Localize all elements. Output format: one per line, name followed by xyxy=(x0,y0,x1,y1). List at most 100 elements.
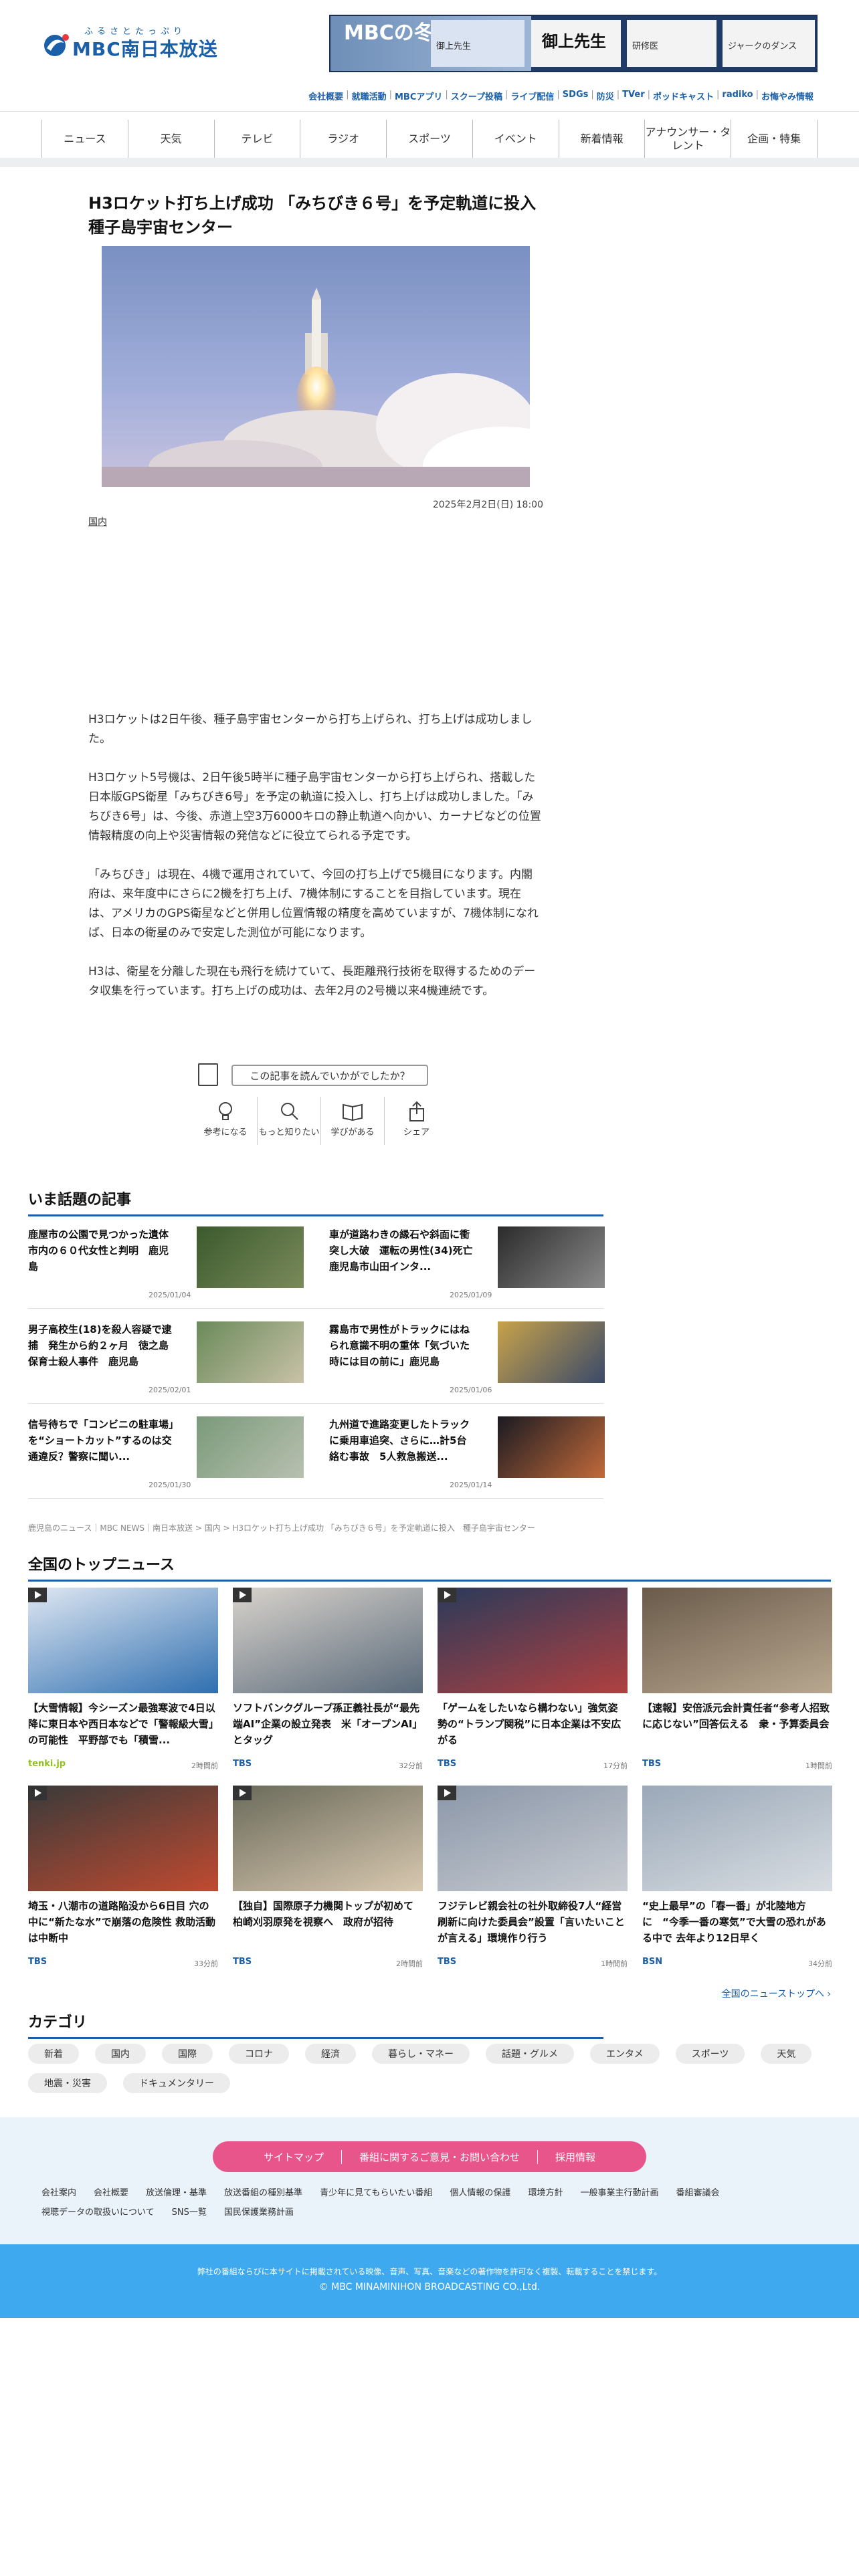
utility-link[interactable]: 会社概要 xyxy=(308,90,343,102)
category-tag[interactable]: エンタメ xyxy=(590,2044,660,2064)
popular-item-date: 2025/01/14 xyxy=(450,1481,492,1489)
footer-pill-link[interactable]: 採用情報 xyxy=(538,2150,613,2164)
footer-pill-link[interactable]: 番組に関するご意見・お問い合わせ xyxy=(342,2149,538,2164)
banner-panel-2[interactable]: 御上先生 xyxy=(531,20,621,67)
utility-separator: | xyxy=(505,90,508,100)
category-tag[interactable]: 経済 xyxy=(305,2044,356,2064)
footer-link[interactable]: 放送倫理・基準 xyxy=(146,2185,207,2198)
footer-link[interactable]: 会社案内 xyxy=(41,2185,76,2198)
category-tag[interactable]: 新着 xyxy=(28,2044,79,2064)
utility-link[interactable]: MBCアプリ xyxy=(395,90,442,102)
popular-item[interactable]: 鹿屋市の公園で見つかった遺体 市内の６０代女性と判明 鹿児島 2025/01/04 xyxy=(28,1226,304,1305)
footer-link[interactable]: 個人情報の保護 xyxy=(450,2185,510,2198)
drama-banner[interactable]: MBCの冬ドラマ 御上先生 御上先生 研修医 ジャークのダンス xyxy=(329,15,818,72)
national-news-item[interactable]: 「ゲームをしたいなら構わない」強気姿勢の“トランプ関税”に日本企業は不安広がる T… xyxy=(438,1588,628,1782)
utility-link[interactable]: 防災 xyxy=(597,90,614,102)
category-tag[interactable]: 国内 xyxy=(95,2044,146,2064)
banner-panel-3[interactable]: 研修医 xyxy=(627,20,717,67)
national-news-item[interactable]: 【速報】安倍派元会計責任者“参考人招致に応じない”回答伝える 衆・予算委員会 TB… xyxy=(642,1588,832,1782)
footer-link[interactable]: SNS一覧 xyxy=(172,2205,207,2218)
popular-divider xyxy=(28,1498,603,1499)
national-news-item[interactable]: 【独自】国際原子力機関トップが初めて柏崎刈羽原発を視察へ 政府が招待 TBS 2時間… xyxy=(233,1786,423,1979)
national-news-source: TBS xyxy=(233,1759,252,1769)
utility-link[interactable]: radiko xyxy=(722,90,753,102)
category-tag[interactable]: コロナ xyxy=(229,2044,289,2064)
national-top-news: 全国のトップニュース 【大雪情報】今シーズン最強寒波で4日以降に東日本や西日本な… xyxy=(28,1553,832,1968)
banner-panel-4[interactable]: ジャークのダンス xyxy=(723,20,815,67)
footer-link[interactable]: 放送番組の種別基準 xyxy=(224,2185,302,2198)
category-tag[interactable]: 暮らし・マネー xyxy=(372,2044,470,2064)
popular-item[interactable]: 男子高校生(18)を殺人容疑で逮捕 発生から約２ヶ月 徳之島保育士殺人事件 鹿児… xyxy=(28,1321,304,1400)
utility-link[interactable]: 就職活動 xyxy=(352,90,387,102)
reaction-share[interactable]: シェア xyxy=(385,1097,448,1145)
popular-item[interactable]: 信号待ちで「コンビニの駐車場」を“ショートカット”するのは交通違反？警察に聞い.… xyxy=(28,1416,304,1495)
footer-link[interactable]: 会社概要 xyxy=(94,2185,128,2198)
popular-divider xyxy=(28,1308,603,1309)
utility-link[interactable]: SDGs xyxy=(563,90,589,102)
nav-item[interactable]: ニュース xyxy=(42,120,128,158)
logo-mark-icon xyxy=(44,34,69,56)
utility-link[interactable]: TVer xyxy=(622,90,644,102)
category-tag[interactable]: スポーツ xyxy=(675,2044,745,2064)
reaction-label: シェア xyxy=(403,1128,430,1138)
footer-pill-link[interactable]: サイトマップ xyxy=(246,2149,342,2164)
nav-list: ニュース 天気 テレビ ラジオ スポーツ イベント 新着情報 アナウンサー・タレント 企画・特集 xyxy=(41,120,818,158)
article-body: H3ロケットは2日午後、種子島宇宙センターから打ち上げられ、打ち上げは成功しまし… xyxy=(88,710,543,1021)
national-news-item[interactable]: 【大雪情報】今シーズン最強寒波で4日以降に東日本や西日本などで「警報級大雪」の可… xyxy=(28,1588,218,1782)
footer-link[interactable]: 国民保護業務計画 xyxy=(224,2205,294,2218)
national-news-item[interactable]: フジテレビ親会社の社外取締役7人“経営刷新に向けた委員会”設置「言いたいことが言… xyxy=(438,1786,628,1979)
footer-link[interactable]: 視聴データの取扱いについて xyxy=(41,2205,155,2218)
nav-item[interactable]: 天気 xyxy=(128,120,215,158)
banner-panel-1[interactable]: 御上先生 xyxy=(431,20,524,67)
national-news-source: TBS xyxy=(438,1957,457,1967)
play-icon xyxy=(438,1786,456,1800)
national-news-title: 埼玉・八潮市の道路陥没から6日目 穴の中に“新たな水”で崩落の危険性 救助活動は… xyxy=(28,1900,215,1944)
national-news-item[interactable]: 埼玉・八潮市の道路陥没から6日目 穴の中に“新たな水”で崩落の危険性 救助活動は… xyxy=(28,1786,218,1979)
utility-separator: | xyxy=(647,90,650,100)
utility-link[interactable]: お悔やみ情報 xyxy=(761,90,814,102)
nav-item[interactable]: アナウンサー・タレント xyxy=(645,120,732,158)
nav-item[interactable]: ラジオ xyxy=(300,120,387,158)
category-tag[interactable]: 天気 xyxy=(761,2044,812,2064)
popular-item[interactable]: 霧島市で男性がトラックにはねられ意識不明の重体「気づいた時には目の前に」鹿児島 2… xyxy=(329,1321,605,1400)
popular-item[interactable]: 九州道で進路変更したトラックに乗用車追突、さらに…計5台絡む事故 5人救急搬送.… xyxy=(329,1416,605,1495)
popular-item-title: 霧島市で男性がトラックにはねられ意識不明の重体「気づいた時には目の前に」鹿児島 xyxy=(329,1323,470,1368)
national-news-item[interactable]: ソフトバンクグループ孫正義社長が“最先端AI”企業の設立発表 米「オープンAI」… xyxy=(233,1588,423,1782)
breadcrumb[interactable]: 鹿児島のニュース｜MBC NEWS｜南日本放送 > 国内 > H3ロケット打ち上… xyxy=(28,1522,535,1533)
nav-item[interactable]: 企画・特集 xyxy=(731,120,818,158)
footer-link[interactable]: 一般事業主行動計画 xyxy=(580,2185,658,2198)
popular-item-thumbnail xyxy=(498,1226,605,1288)
utility-link[interactable]: ポッドキャスト xyxy=(653,90,714,102)
article: H3ロケット打ち上げ成功 「みちびき６号」を予定軌道に投入 種子島宇宙センター xyxy=(88,191,543,998)
national-more-link[interactable]: 全国のニューストップへ › xyxy=(722,1987,831,2000)
play-icon xyxy=(233,1786,252,1800)
popular-divider xyxy=(28,1403,603,1404)
footer-link[interactable]: 番組審議会 xyxy=(676,2185,719,2198)
reaction-label: 参考になる xyxy=(203,1128,248,1138)
nav-item[interactable]: テレビ xyxy=(215,120,301,158)
utility-link[interactable]: ライブ配信 xyxy=(510,90,554,102)
category-tag[interactable]: ドキュメンタリー xyxy=(123,2073,230,2093)
utility-links: 会社概要 | 就職活動 | MBCアプリ | スクープ投稿 | ライブ配信 | SDGs | 防災 | TV… xyxy=(308,90,814,102)
national-news-title: “史上最早”の「春一番」が北陸地方に “今季一番の寒気”で大雪の恐れがある中で … xyxy=(642,1900,826,1944)
reaction-bulb[interactable]: 参考になる xyxy=(194,1097,258,1145)
popular-item-date: 2025/01/30 xyxy=(149,1481,191,1489)
site-logo[interactable]: ふるさとたっぷり MBC南日本放送 xyxy=(41,24,217,60)
reaction-search[interactable]: もっと知りたい xyxy=(258,1097,321,1145)
article-category-link[interactable]: 国内 xyxy=(88,515,107,528)
category-tag[interactable]: 国際 xyxy=(162,2044,213,2064)
reaction-book[interactable]: 学びがある xyxy=(321,1097,385,1145)
category-tag[interactable]: 地震・災害 xyxy=(28,2073,107,2093)
national-news-time: 2時間前 xyxy=(191,1761,218,1770)
nav-item[interactable]: イベント xyxy=(473,120,559,158)
utility-link[interactable]: スクープ投稿 xyxy=(451,90,502,102)
popular-item[interactable]: 車が道路わきの縁石や斜面に衝突し大破 運転の男性(34)死亡 鹿児島市山田インタ… xyxy=(329,1226,605,1305)
nav-item[interactable]: 新着情報 xyxy=(559,120,646,158)
nav-item[interactable]: スポーツ xyxy=(387,120,473,158)
category-tag[interactable]: 話題・グルメ xyxy=(486,2044,574,2064)
popular-item-title: 車が道路わきの縁石や斜面に衝突し大破 運転の男性(34)死亡 鹿児島市山田インタ… xyxy=(329,1228,483,1273)
national-news-item[interactable]: “史上最早”の「春一番」が北陸地方に “今季一番の寒気”で大雪の恐れがある中で … xyxy=(642,1786,832,1979)
footer-link[interactable]: 環境方針 xyxy=(528,2185,563,2198)
footer-link[interactable]: 青少年に見てもらいたい番組 xyxy=(320,2185,432,2198)
category-title: カテゴリ xyxy=(28,2010,603,2039)
